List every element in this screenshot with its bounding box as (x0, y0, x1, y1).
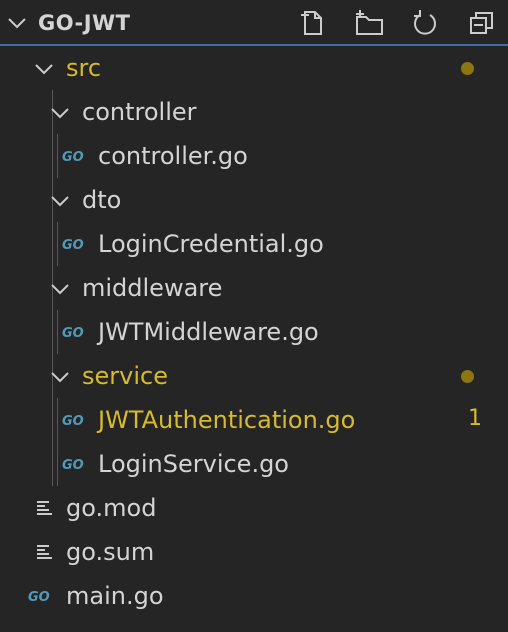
chevron-down-icon[interactable] (6, 12, 28, 34)
chevron-down-icon[interactable] (50, 103, 70, 123)
text-file-icon (37, 545, 52, 559)
tree-folder-middleware[interactable]: middleware (0, 266, 508, 310)
file-label: main.go (66, 582, 164, 610)
new-folder-icon (356, 10, 383, 35)
collapse-all-button[interactable] (467, 8, 497, 38)
folder-label: middleware (82, 274, 223, 302)
chevron-down-icon[interactable] (50, 191, 70, 211)
file-label: JWTMiddleware.go (98, 318, 319, 346)
tree-file-go-mod[interactable]: go.mod (0, 486, 508, 530)
problem-count-badge: 1 (468, 406, 482, 431)
file-label: LoginCredential.go (98, 230, 324, 258)
tree-file-login-credential-go[interactable]: GO LoginCredential.go (0, 222, 508, 266)
tree-folder-service[interactable]: service (0, 354, 508, 398)
file-label: JWTAuthentication.go (98, 406, 356, 434)
modified-indicator (461, 62, 474, 75)
tree-file-jwt-middleware-go[interactable]: GO JWTMiddleware.go (0, 310, 508, 354)
tree-file-jwt-authentication-go[interactable]: GO JWTAuthentication.go 1 (0, 398, 508, 442)
new-file-icon (301, 11, 322, 35)
svg-text:GO: GO (62, 150, 84, 162)
tree-file-main-go[interactable]: GO main.go (0, 574, 508, 618)
file-label: controller.go (98, 142, 248, 170)
tree-file-go-sum[interactable]: go.sum (0, 530, 508, 574)
new-folder-button[interactable] (354, 8, 384, 38)
tree-folder-src[interactable]: src (0, 46, 508, 90)
file-label: go.sum (66, 538, 155, 566)
tree-folder-controller[interactable]: controller (0, 90, 508, 134)
file-explorer: GO-JWT src controller GO controller.go d… (0, 0, 508, 632)
refresh-button[interactable] (410, 8, 440, 38)
tree-file-controller-go[interactable]: GO controller.go (0, 134, 508, 178)
new-file-button[interactable] (298, 8, 328, 38)
go-file-icon: GO (62, 326, 84, 338)
text-file-icon (37, 501, 52, 515)
go-file-icon: GO (62, 150, 84, 162)
go-file-icon: GO (62, 238, 84, 250)
workspace-title: GO-JWT (38, 11, 131, 35)
refresh-icon (414, 10, 436, 35)
tree-folder-dto[interactable]: dto (0, 178, 508, 222)
folder-label: src (66, 54, 102, 82)
chevron-down-icon[interactable] (34, 59, 54, 79)
file-label: LoginService.go (98, 450, 289, 478)
folder-label: service (82, 362, 168, 390)
svg-text:GO: GO (28, 590, 50, 602)
svg-text:GO: GO (62, 414, 84, 426)
svg-text:GO: GO (62, 238, 84, 250)
go-file-icon: GO (28, 590, 50, 602)
chevron-down-icon[interactable] (50, 367, 70, 387)
go-file-icon: GO (62, 414, 84, 426)
file-label: go.mod (66, 494, 157, 522)
svg-text:GO: GO (62, 326, 84, 338)
modified-indicator (461, 370, 474, 383)
go-file-icon: GO (62, 458, 84, 470)
collapse-all-icon (470, 12, 493, 34)
svg-text:GO: GO (62, 458, 84, 470)
explorer-header[interactable]: GO-JWT (0, 0, 508, 46)
folder-label: dto (82, 186, 122, 214)
tree-file-login-service-go[interactable]: GO LoginService.go (0, 442, 508, 486)
folder-label: controller (82, 98, 197, 126)
chevron-down-icon[interactable] (50, 279, 70, 299)
